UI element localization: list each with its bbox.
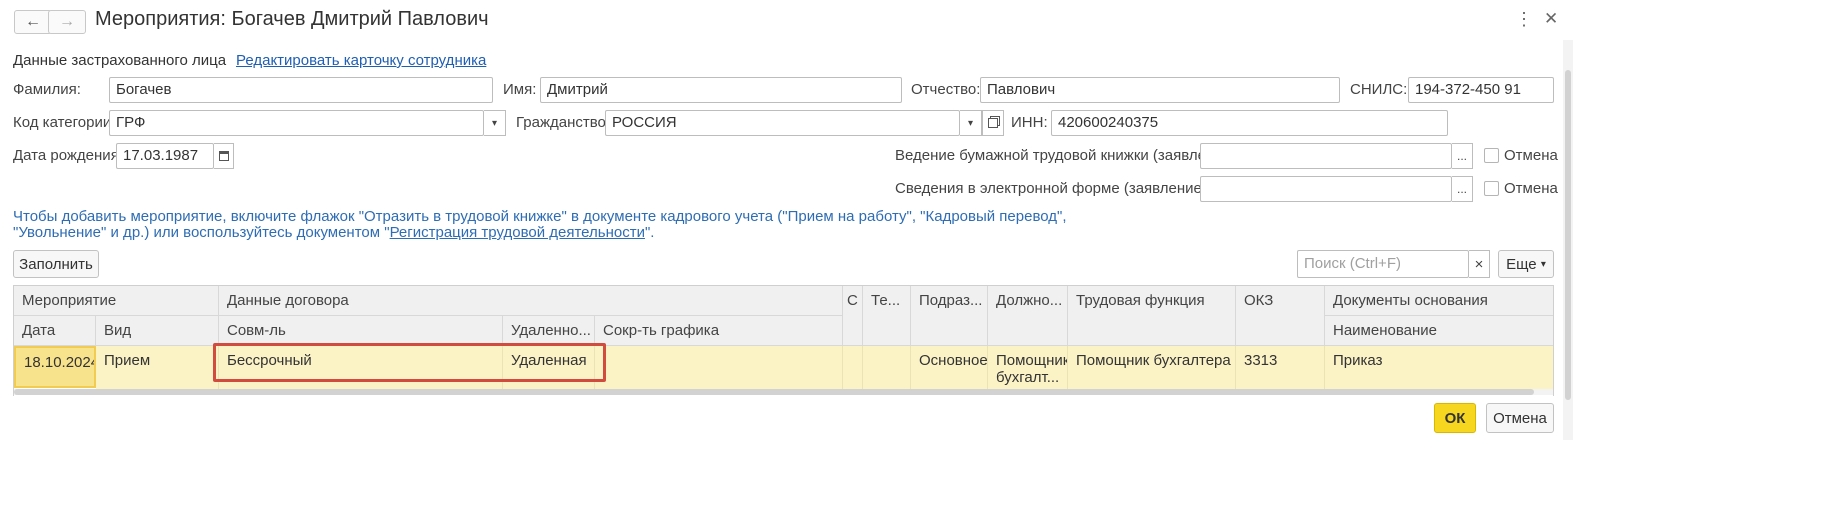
more-actions-button[interactable]: Еще ▾ — [1498, 250, 1554, 278]
cell-c[interactable] — [843, 346, 863, 390]
cell-doc-name[interactable]: Приказ — [1325, 346, 1553, 390]
cell-te[interactable] — [863, 346, 911, 390]
electronic-input[interactable] — [1200, 176, 1452, 202]
ellipsis-icon: ... — [1456, 149, 1467, 163]
snils-input[interactable]: 194-372-450 91 — [1408, 77, 1554, 103]
cancel-button[interactable]: Отмена — [1486, 403, 1554, 433]
arrow-right-icon: → — [59, 13, 75, 30]
name-label: Имя: — [503, 81, 537, 98]
cell-date[interactable]: 18.10.2024 — [14, 346, 96, 388]
horizontal-scrollbar[interactable] — [14, 389, 1553, 395]
highlight-frame — [213, 343, 606, 382]
birth-date-label: Дата рождения: — [13, 147, 123, 164]
ellipsis-icon: ... — [1456, 182, 1467, 196]
paper-book-label: Ведение бумажной трудовой книжки (заявле… — [895, 147, 1241, 164]
column-header-doc-name[interactable]: Наименование — [1325, 316, 1553, 346]
paper-book-input[interactable] — [1200, 143, 1452, 169]
arrow-left-icon: ← — [25, 13, 41, 30]
back-button[interactable]: ← — [14, 10, 52, 34]
citizenship-open-button[interactable] — [982, 110, 1004, 136]
citizenship-select[interactable]: РОССИЯ — [605, 110, 960, 136]
search-clear-button[interactable]: × — [1469, 250, 1490, 278]
search-input[interactable]: Поиск (Ctrl+F) — [1297, 250, 1469, 278]
cell-labor-function[interactable]: Помощник бухгалтера — [1068, 346, 1236, 390]
column-header-subdivision[interactable]: Подраз... — [911, 286, 988, 346]
cell-position[interactable]: Помощник бухгалт... — [988, 346, 1068, 390]
chevron-down-icon: ▾ — [967, 117, 974, 129]
citizenship-dropdown-button[interactable]: ▾ — [960, 110, 982, 136]
group-header-event: Мероприятие — [14, 286, 219, 316]
info-text-line2: "Увольнение" и др.) или воспользуйтесь д… — [13, 224, 655, 241]
category-label: Код категории: — [13, 114, 116, 131]
registration-document-link[interactable]: Регистрация трудовой деятельности — [390, 224, 645, 241]
insured-section-label: Данные застрахованного лица — [13, 52, 227, 69]
column-header-te[interactable]: Те... — [863, 286, 911, 346]
column-header-labor-function[interactable]: Трудовая функция — [1068, 286, 1236, 346]
column-header-c[interactable]: С — [843, 286, 863, 346]
electronic-select-button[interactable]: ... — [1452, 176, 1473, 202]
patronymic-label: Отчество: — [911, 81, 981, 98]
edit-employee-link[interactable]: Редактировать карточку сотрудника — [236, 52, 486, 69]
inn-input[interactable]: 420600240375 — [1051, 110, 1448, 136]
snils-label: СНИЛС: — [1350, 81, 1408, 98]
inn-label: ИНН: — [1011, 114, 1048, 131]
calendar-button[interactable] — [214, 143, 234, 169]
open-form-icon — [988, 118, 998, 128]
electronic-cancel-checkbox[interactable] — [1484, 181, 1499, 196]
birth-date-input[interactable]: 17.03.1987 — [116, 143, 214, 169]
column-header-combo[interactable]: Совм-ль — [219, 316, 503, 346]
category-select[interactable]: ГРФ — [109, 110, 484, 136]
more-menu-icon[interactable]: ⋮ — [1515, 9, 1533, 30]
category-dropdown-button[interactable]: ▾ — [484, 110, 506, 136]
paper-book-cancel-checkbox[interactable] — [1484, 148, 1499, 163]
column-header-remote[interactable]: Удаленно... — [503, 316, 595, 346]
clear-icon: × — [1474, 255, 1484, 273]
chevron-down-icon: ▾ — [1540, 258, 1546, 270]
horizontal-scroll-thumb[interactable] — [14, 389, 1534, 395]
column-header-short-schedule[interactable]: Сокр-ть графика — [595, 316, 843, 346]
ok-button[interactable]: ОК — [1434, 403, 1476, 433]
electronic-cancel-label: Отмена — [1504, 180, 1558, 197]
column-header-okz[interactable]: ОКЗ — [1236, 286, 1325, 346]
cell-kind[interactable]: Прием — [96, 346, 219, 390]
window-scroll-thumb[interactable] — [1565, 70, 1571, 400]
forward-button[interactable]: → — [48, 10, 86, 34]
group-header-docs: Документы основания — [1325, 286, 1553, 316]
name-input[interactable]: Дмитрий — [540, 77, 902, 103]
column-header-position[interactable]: Должно... — [988, 286, 1068, 346]
paper-book-cancel-label: Отмена — [1504, 147, 1558, 164]
window-scrollbar[interactable] — [1563, 40, 1573, 440]
close-icon[interactable]: ✕ — [1544, 9, 1558, 29]
patronymic-input[interactable]: Павлович — [980, 77, 1340, 103]
info-text-line1: Чтобы добавить мероприятие, включите фла… — [13, 208, 1067, 225]
electronic-label: Сведения в электронной форме (заявление)… — [895, 180, 1212, 197]
window-title: Мероприятия: Богачев Дмитрий Павлович — [95, 8, 489, 30]
paper-book-select-button[interactable]: ... — [1452, 143, 1473, 169]
column-header-kind[interactable]: Вид — [96, 316, 219, 346]
chevron-down-icon: ▾ — [491, 117, 498, 129]
cell-subdivision[interactable]: Основное — [911, 346, 988, 390]
surname-input[interactable]: Богачев — [109, 77, 493, 103]
calendar-icon — [218, 151, 229, 161]
cell-short-schedule[interactable] — [595, 346, 843, 390]
group-header-contract: Данные договора — [219, 286, 843, 316]
fill-button[interactable]: Заполнить — [13, 250, 99, 278]
citizenship-label: Гражданство: — [516, 114, 611, 131]
cell-okz[interactable]: 3313 — [1236, 346, 1325, 390]
surname-label: Фамилия: — [13, 81, 81, 98]
column-header-date[interactable]: Дата — [14, 316, 96, 346]
